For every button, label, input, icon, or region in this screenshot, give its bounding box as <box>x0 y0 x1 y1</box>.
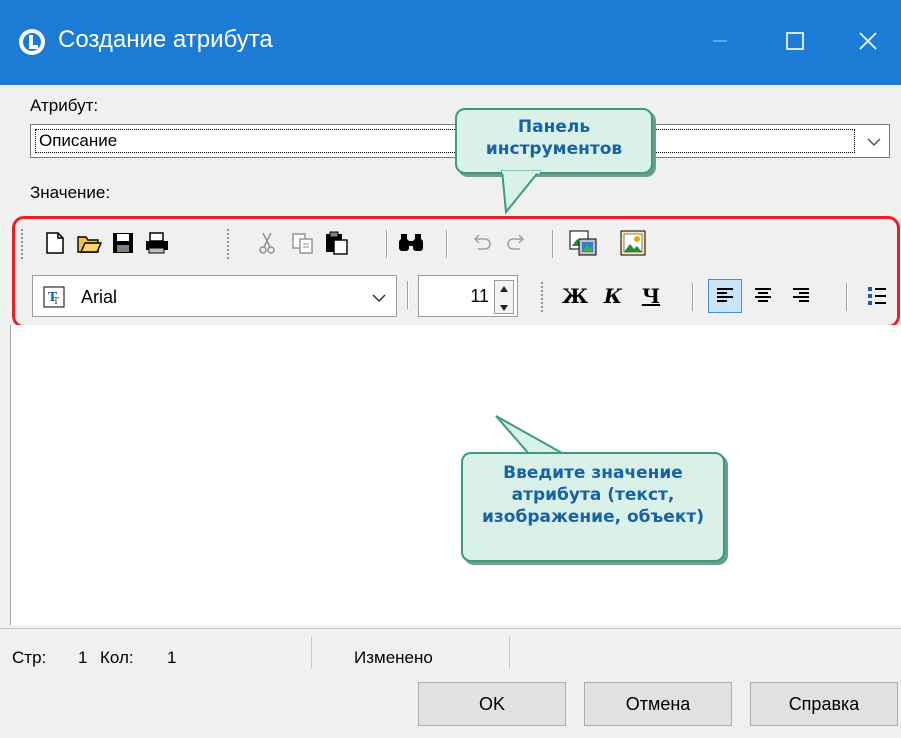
status-divider <box>311 637 312 669</box>
status-modified: Изменено <box>354 648 433 667</box>
callout-editor-text: Введите значение атрибута (текст, изобра… <box>481 463 704 527</box>
status-bar: Стр: 1 Кол: 1 Изменено <box>0 628 901 673</box>
status-col-label: Кол: <box>100 648 134 667</box>
maximize-button[interactable] <box>765 18 825 64</box>
value-label: Значение: <box>30 183 111 202</box>
app-logo-icon <box>19 29 45 55</box>
maximize-icon <box>786 32 804 50</box>
callout-toolbar: Панель инструментов <box>455 108 653 174</box>
ok-button[interactable]: OK <box>418 682 566 726</box>
status-col-value: 1 <box>167 648 177 667</box>
minimize-icon <box>713 40 727 42</box>
attribute-selected-value: Описание <box>35 129 855 153</box>
toolbar-highlight-frame <box>12 216 900 328</box>
window-title: Создание атрибута <box>58 26 273 53</box>
callout-toolbar-pointer <box>500 170 542 215</box>
value-editor[interactable] <box>10 325 901 625</box>
status-row-label: Стр: <box>12 648 47 667</box>
status-divider <box>509 637 510 669</box>
callout-editor: Введите значение атрибута (текст, изобра… <box>461 452 725 562</box>
chevron-down-icon <box>867 138 881 147</box>
dialog-window: Создание атрибута Атрибут: Описание Знач… <box>0 0 901 738</box>
title-bar[interactable]: Создание атрибута <box>0 0 901 85</box>
minimize-button[interactable] <box>690 18 750 64</box>
close-button[interactable] <box>838 18 898 64</box>
help-button[interactable]: Справка <box>750 682 898 726</box>
close-icon <box>859 32 877 50</box>
cancel-button[interactable]: Отмена <box>584 682 732 726</box>
attribute-label: Атрибут: <box>30 96 99 115</box>
callout-toolbar-text: Панель инструментов <box>485 117 623 159</box>
status-row-value: 1 <box>78 648 88 667</box>
